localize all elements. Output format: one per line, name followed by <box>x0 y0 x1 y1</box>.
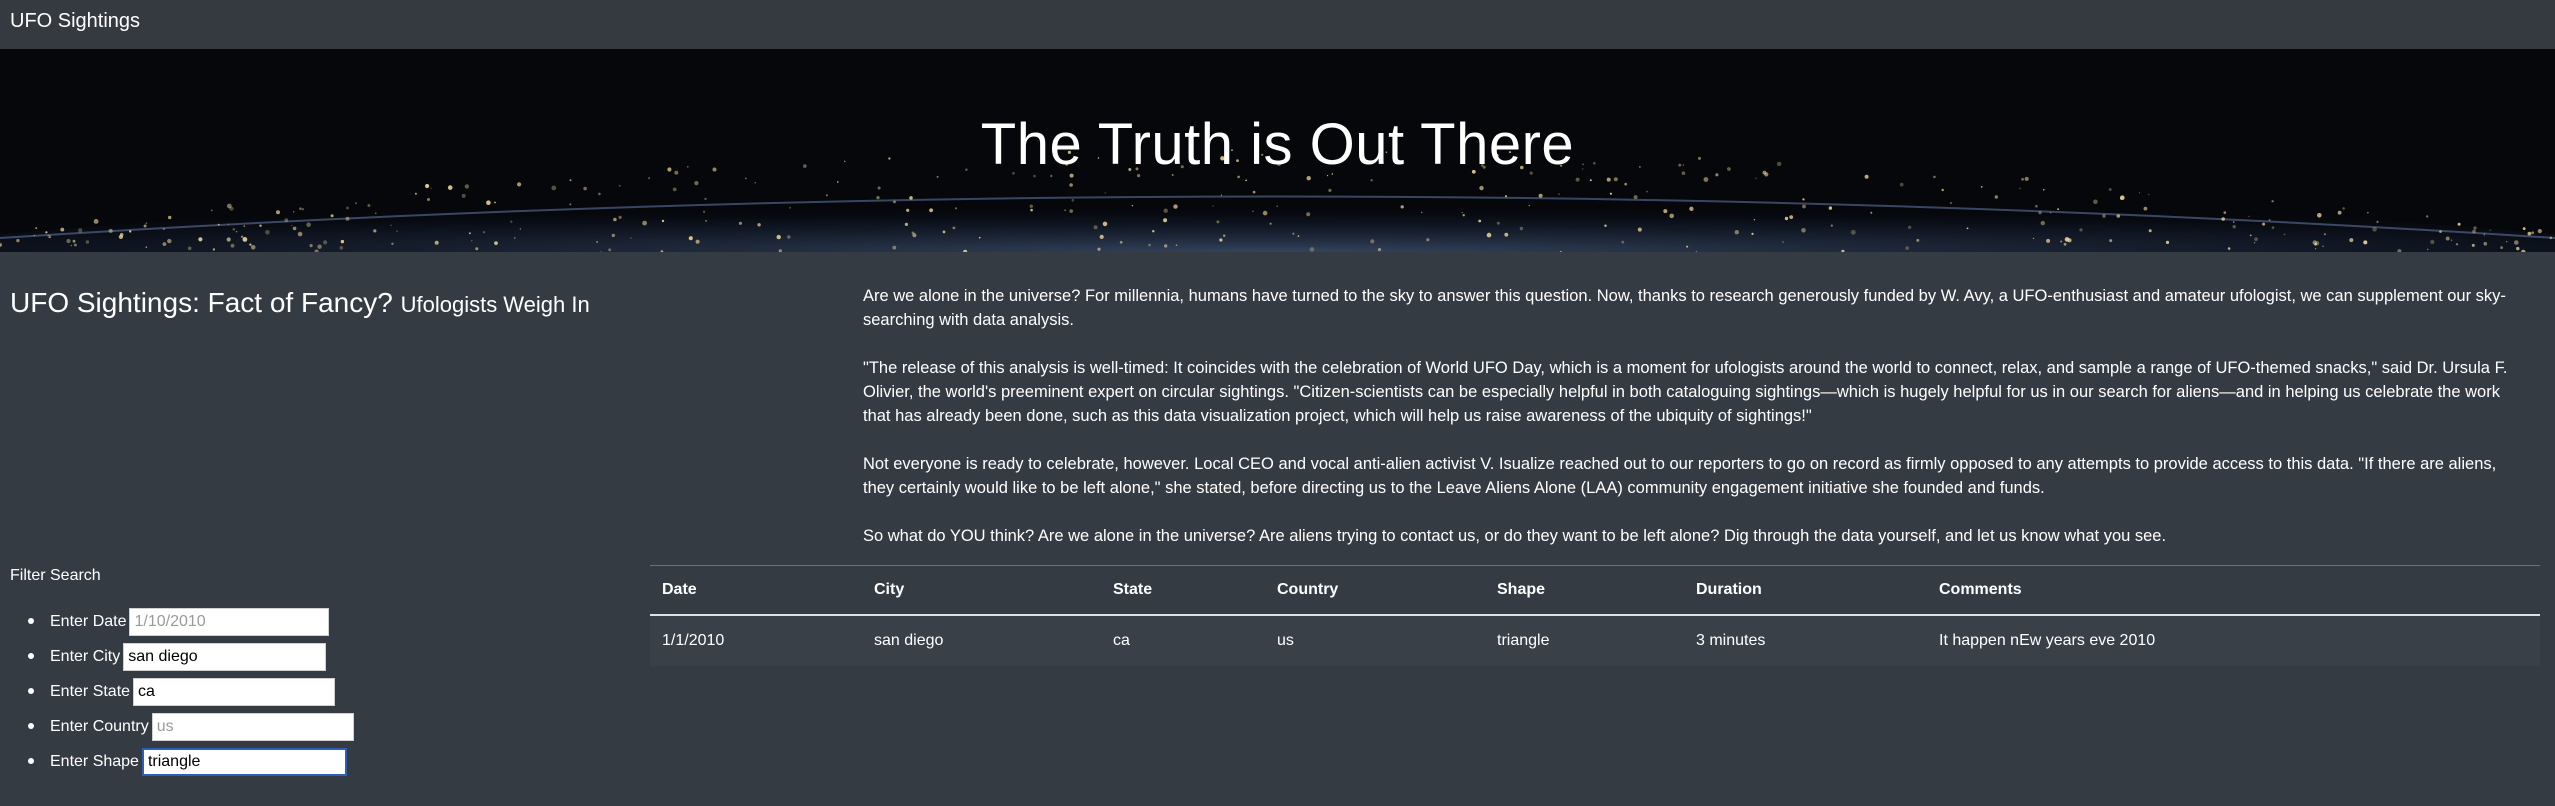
bullet-icon <box>28 653 34 659</box>
article-paragraph: So what do YOU think? Are we alone in th… <box>863 527 2167 545</box>
state-input[interactable] <box>133 677 336 706</box>
bullet-icon <box>28 618 34 624</box>
filter-title: Filter Search <box>10 567 101 584</box>
state-label: Enter State <box>50 682 131 700</box>
shape-input[interactable] <box>141 747 347 776</box>
filter-item-city: Enter City <box>10 639 354 674</box>
col-header-shape: Shape <box>1485 565 1684 616</box>
filter-item-date: Enter Date <box>10 604 354 639</box>
col-header-state: State <box>1101 565 1265 616</box>
cell-country: us <box>1265 615 1485 666</box>
city-label: Enter City <box>50 647 121 665</box>
shape-label: Enter Shape <box>50 752 139 770</box>
city-input[interactable] <box>123 642 327 671</box>
country-label: Enter Country <box>50 717 149 735</box>
bullet-icon <box>28 758 34 764</box>
article-paragraph: Are we alone in the universe? For millen… <box>863 287 2506 329</box>
navbar-brand[interactable]: UFO Sightings <box>10 10 140 33</box>
hero-banner: The Truth is Out There <box>0 49 2555 252</box>
page-heading: UFO Sightings: Fact of Fancy? Ufologists… <box>10 287 590 319</box>
col-header-country: Country <box>1265 565 1485 616</box>
table-row: 1/1/2010 san diego ca us triangle 3 minu… <box>650 615 2540 666</box>
cell-duration: 3 minutes <box>1684 615 1927 666</box>
heading-sub: Ufologists Weigh In <box>400 292 590 317</box>
cell-shape: triangle <box>1485 615 1684 666</box>
col-header-city: City <box>862 565 1101 616</box>
col-header-date: Date <box>650 565 862 616</box>
filter-list: Enter Date Enter City Enter State Enter … <box>10 604 354 779</box>
bullet-icon <box>28 688 34 694</box>
bullet-icon <box>28 723 34 729</box>
cell-comments: It happen nEw years eve 2010 <box>1927 615 2540 666</box>
col-header-duration: Duration <box>1684 565 1927 616</box>
navbar: UFO Sightings <box>0 0 2555 50</box>
article-paragraph: Not everyone is ready to celebrate, howe… <box>863 455 2497 497</box>
article-paragraph: "The release of this analysis is well-ti… <box>863 359 2508 425</box>
date-label: Enter Date <box>50 612 127 630</box>
filter-item-country: Enter Country <box>10 709 354 744</box>
filter-item-state: Enter State <box>10 674 354 709</box>
heading-main: UFO Sightings: Fact of Fancy? <box>10 287 393 318</box>
article: Are we alone in the universe? For millen… <box>863 284 2528 572</box>
hero-title: The Truth is Out There <box>980 112 1575 177</box>
table-header-row: Date City State Country Shape Duration C… <box>650 565 2540 616</box>
country-input[interactable] <box>151 712 354 741</box>
filter-item-shape: Enter Shape <box>10 744 354 779</box>
cell-city: san diego <box>862 615 1101 666</box>
cell-date: 1/1/2010 <box>650 615 862 666</box>
ufo-table: Date City State Country Shape Duration C… <box>650 565 2540 666</box>
cell-state: ca <box>1101 615 1265 666</box>
date-input[interactable] <box>129 607 330 636</box>
col-header-comments: Comments <box>1927 565 2540 616</box>
